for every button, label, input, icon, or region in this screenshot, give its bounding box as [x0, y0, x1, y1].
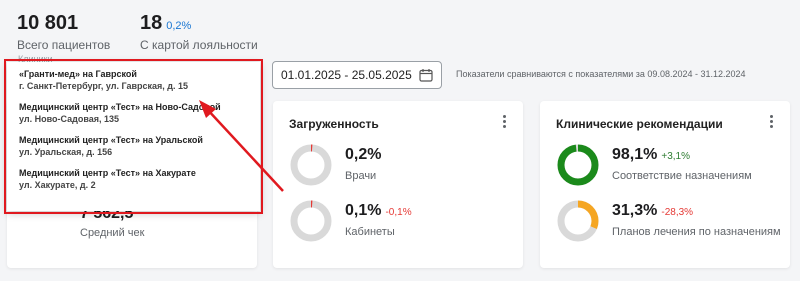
clinical-metric-compliance: 98,1% +3,1% Соответствие назначениям: [556, 143, 786, 187]
calendar-icon[interactable]: [419, 68, 433, 82]
metric-value: 0,1% -0,1%: [345, 202, 412, 219]
more-menu-icon[interactable]: [770, 115, 774, 129]
metric-label: Соответствие назначениям: [612, 170, 752, 182]
card-title: Загруженность: [289, 117, 379, 131]
date-range-value: 01.01.2025 - 25.05.2025: [281, 68, 412, 82]
clinical-recommendations-card: Клинические рекомендации 98,1% +3,1% Соот…: [540, 101, 790, 268]
metric-change: -28,3%: [661, 207, 694, 218]
stat-value: 10 801: [17, 12, 79, 34]
load-metric-rooms: 0,1% -0,1% Кабинеты: [289, 199, 519, 243]
stat-delta: 0,2%: [166, 20, 192, 32]
stat-label: С картой лояльности: [140, 38, 258, 52]
stat-total-patients: 10 801 Всего пациентов: [17, 12, 110, 52]
load-card: Загруженность 0,2% Врачи 0,1% -0,1% Кабин…: [273, 101, 523, 268]
donut-plans: [557, 200, 599, 242]
highlight-frame: [4, 59, 263, 214]
donut-doctors: [290, 144, 332, 186]
metric-label: Врачи: [345, 170, 377, 182]
metric-value: 98,1% +3,1%: [612, 146, 691, 163]
stat-loyalty-card: 18 0,2% С картой лояльности: [140, 12, 258, 52]
metric-label: Планов лечения по назначениям: [612, 226, 781, 238]
stat-label: Всего пациентов: [17, 38, 111, 52]
load-metric-doctors: 0,2% Врачи: [289, 143, 519, 187]
date-range-input[interactable]: 01.01.2025 - 25.05.2025: [272, 61, 442, 89]
card-title: Клинические рекомендации: [556, 117, 723, 131]
metric-label: Кабинеты: [345, 226, 395, 238]
clinical-metric-plans: 31,3% -28,3% Планов лечения по назначения…: [556, 199, 786, 243]
donut-rooms: [290, 200, 332, 242]
metric-value: 31,3% -28,3%: [612, 202, 694, 219]
stat-value: 18 0,2%: [140, 12, 192, 34]
donut-compliance: [557, 144, 599, 186]
comparison-note: Показатели сравниваются с показателями з…: [456, 69, 746, 79]
more-menu-icon[interactable]: [503, 115, 507, 129]
metric-value: 0,2%: [345, 146, 382, 163]
metric-change: +3,1%: [661, 151, 691, 162]
average-check-label: Средний чек: [80, 227, 145, 239]
metric-change: -0,1%: [385, 207, 412, 218]
